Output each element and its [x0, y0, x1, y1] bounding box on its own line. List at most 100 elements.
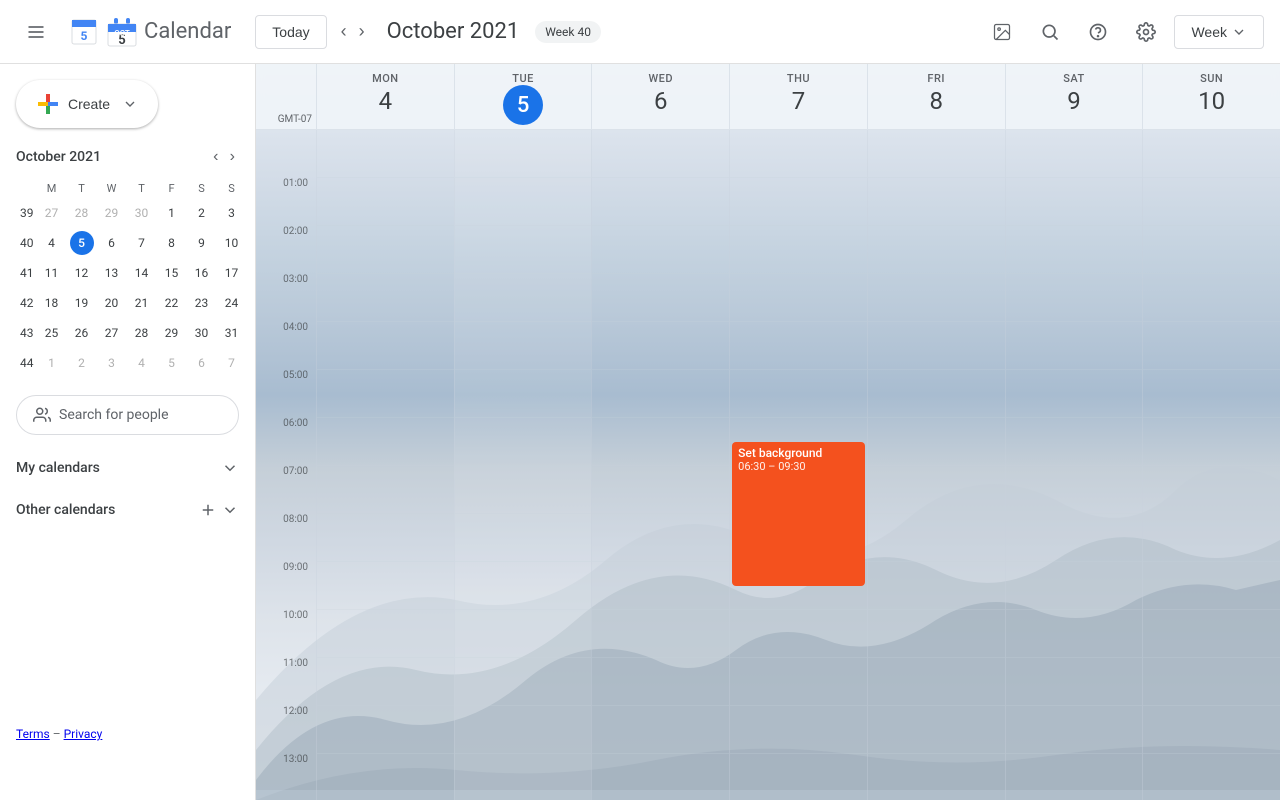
- create-button[interactable]: Create: [16, 80, 158, 128]
- day-column[interactable]: [1005, 130, 1143, 800]
- time-slot[interactable]: [592, 274, 729, 322]
- time-slot[interactable]: [1006, 322, 1143, 370]
- mini-cal-prev-button[interactable]: ‹: [209, 144, 222, 170]
- mini-cal-day[interactable]: 4: [38, 229, 66, 257]
- mini-cal-day[interactable]: 4: [128, 349, 156, 377]
- time-slot[interactable]: [592, 754, 729, 800]
- mini-cal-day[interactable]: 23: [188, 289, 216, 317]
- time-slot[interactable]: [1143, 514, 1280, 562]
- time-slot[interactable]: [592, 418, 729, 466]
- mini-cal-day[interactable]: 6: [188, 349, 216, 377]
- mini-cal-day[interactable]: 29: [158, 319, 186, 347]
- next-week-button[interactable]: ›: [353, 15, 371, 48]
- mini-cal-day[interactable]: 5: [68, 229, 96, 257]
- time-slot[interactable]: [455, 418, 592, 466]
- time-slot[interactable]: [1143, 466, 1280, 514]
- time-slot[interactable]: [592, 610, 729, 658]
- day-header-cell[interactable]: SUN10: [1142, 64, 1280, 129]
- time-slot[interactable]: [1143, 226, 1280, 274]
- mini-cal-day[interactable]: 18: [38, 289, 66, 317]
- mini-cal-day[interactable]: 30: [128, 199, 156, 227]
- time-slot[interactable]: [868, 130, 1005, 178]
- time-slot[interactable]: [868, 610, 1005, 658]
- other-calendars-header[interactable]: Other calendars: [16, 493, 239, 527]
- mini-cal-day[interactable]: 3: [98, 349, 126, 377]
- mini-cal-day[interactable]: 12: [68, 259, 96, 287]
- time-slot[interactable]: [455, 610, 592, 658]
- time-slot[interactable]: [730, 274, 867, 322]
- mini-cal-day[interactable]: 27: [98, 319, 126, 347]
- mini-cal-day[interactable]: 29: [98, 199, 126, 227]
- mini-cal-day[interactable]: 3: [218, 199, 246, 227]
- prev-week-button[interactable]: ‹: [335, 15, 353, 48]
- time-slot[interactable]: [1006, 226, 1143, 274]
- mini-cal-day[interactable]: 27: [38, 199, 66, 227]
- time-slot[interactable]: [868, 274, 1005, 322]
- time-slot[interactable]: [1143, 610, 1280, 658]
- time-slot[interactable]: [1006, 130, 1143, 178]
- add-other-calendar-icon[interactable]: [199, 501, 217, 519]
- time-slot[interactable]: [1006, 370, 1143, 418]
- time-slot[interactable]: [730, 610, 867, 658]
- time-slot[interactable]: [1006, 514, 1143, 562]
- mini-cal-day[interactable]: 28: [128, 319, 156, 347]
- time-slot[interactable]: [868, 706, 1005, 754]
- time-slot[interactable]: [455, 658, 592, 706]
- mini-cal-next-button[interactable]: ›: [226, 144, 239, 170]
- time-slot[interactable]: [1006, 466, 1143, 514]
- time-slot[interactable]: [455, 706, 592, 754]
- day-column[interactable]: [867, 130, 1005, 800]
- time-slot[interactable]: [592, 370, 729, 418]
- time-slot[interactable]: [1143, 706, 1280, 754]
- time-slot[interactable]: [1143, 418, 1280, 466]
- mini-cal-day[interactable]: 15: [158, 259, 186, 287]
- day-header-cell[interactable]: SAT9: [1005, 64, 1143, 129]
- time-slot[interactable]: [1143, 658, 1280, 706]
- time-slot[interactable]: [1006, 754, 1143, 800]
- photo-view-button[interactable]: [982, 12, 1022, 52]
- day-header-cell[interactable]: THU7: [729, 64, 867, 129]
- day-column[interactable]: [316, 130, 454, 800]
- time-slot[interactable]: [730, 370, 867, 418]
- mini-cal-day[interactable]: 1: [158, 199, 186, 227]
- mini-cal-day[interactable]: 28: [68, 199, 96, 227]
- time-slot[interactable]: [317, 274, 454, 322]
- time-slot[interactable]: [317, 610, 454, 658]
- time-slot[interactable]: [1006, 562, 1143, 610]
- privacy-link[interactable]: Privacy: [64, 727, 103, 741]
- time-slot[interactable]: [592, 706, 729, 754]
- mini-cal-day[interactable]: 7: [128, 229, 156, 257]
- mini-cal-day[interactable]: 31: [218, 319, 246, 347]
- time-slot[interactable]: [455, 562, 592, 610]
- time-slot[interactable]: [868, 226, 1005, 274]
- time-slot[interactable]: [317, 562, 454, 610]
- day-header-cell[interactable]: FRI8: [867, 64, 1005, 129]
- view-selector-button[interactable]: Week: [1174, 15, 1264, 49]
- mini-cal-day[interactable]: 14: [128, 259, 156, 287]
- time-slot[interactable]: [1143, 322, 1280, 370]
- time-slot[interactable]: [730, 706, 867, 754]
- mini-cal-day[interactable]: 26: [68, 319, 96, 347]
- time-slot[interactable]: [592, 178, 729, 226]
- time-slot[interactable]: [317, 178, 454, 226]
- time-slot[interactable]: [1143, 562, 1280, 610]
- calendar-event[interactable]: Set background06:30 – 09:30: [732, 442, 865, 586]
- my-calendars-header[interactable]: My calendars: [16, 451, 239, 485]
- mini-cal-day[interactable]: 8: [158, 229, 186, 257]
- mini-cal-day[interactable]: 22: [158, 289, 186, 317]
- day-column[interactable]: [591, 130, 729, 800]
- time-slot[interactable]: [868, 322, 1005, 370]
- mini-cal-day[interactable]: 21: [128, 289, 156, 317]
- time-slot[interactable]: [730, 178, 867, 226]
- time-slot[interactable]: [317, 514, 454, 562]
- help-button[interactable]: [1078, 12, 1118, 52]
- time-slot[interactable]: [730, 226, 867, 274]
- mini-cal-day[interactable]: 17: [218, 259, 246, 287]
- day-header-cell[interactable]: WED6: [591, 64, 729, 129]
- time-slot[interactable]: [455, 466, 592, 514]
- day-column[interactable]: Set background06:30 – 09:30: [729, 130, 867, 800]
- time-slot[interactable]: [592, 322, 729, 370]
- mini-cal-day[interactable]: 24: [218, 289, 246, 317]
- day-header-cell[interactable]: MON4: [316, 64, 454, 129]
- time-slot[interactable]: [455, 370, 592, 418]
